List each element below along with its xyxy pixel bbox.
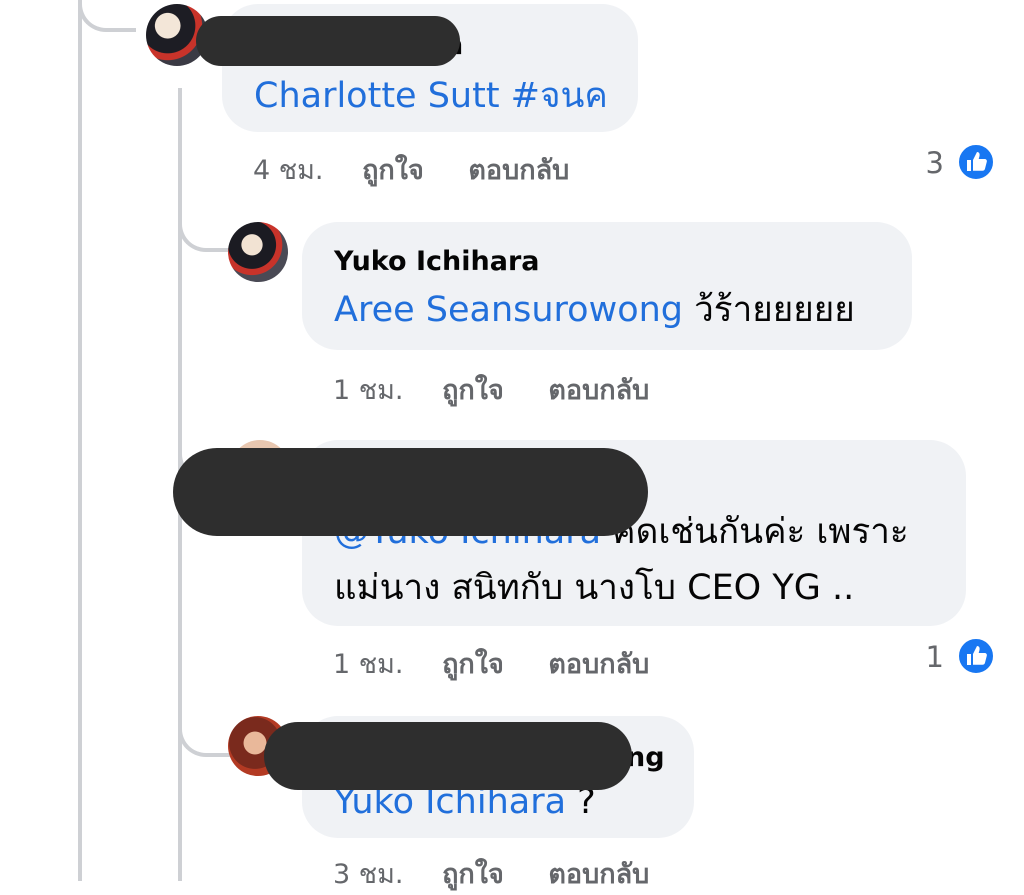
mention-link[interactable]: Aree Seansurowong [334, 290, 683, 330]
thread-connector-reply-3 [178, 705, 230, 757]
like-link[interactable]: ถูกใจ [442, 375, 504, 406]
comment-time[interactable]: 1 ชม. [333, 375, 403, 406]
comment-bubble: Yuko Ichihara Aree Seansurowong ว้ร้ายยย… [302, 222, 912, 350]
comment-time[interactable]: 3 ชม. [333, 859, 403, 890]
like-link[interactable]: ถูกใจ [362, 155, 424, 186]
comment-time[interactable]: 1 ชม. [333, 649, 403, 680]
comment-meta: 1 ชม. ถูกใจ ตอบกลับ [333, 642, 649, 685]
thread-line-outer [78, 0, 82, 881]
comment-author[interactable]: Yuko Ichihara [334, 246, 540, 277]
comment-text-line-2: แม่นาง สนิทกับ นางโบ CEO YG .. [334, 568, 855, 608]
reply-link[interactable]: ตอบกลับ [548, 375, 649, 406]
like-link[interactable]: ถูกใจ [442, 859, 504, 890]
mention-link[interactable]: Charlotte Sutt #จนค [254, 70, 608, 122]
avatar[interactable] [228, 222, 288, 282]
reaction-count[interactable]: 3 [900, 146, 944, 180]
comment-time[interactable]: 4 ชม. [253, 155, 323, 186]
like-link[interactable]: ถูกใจ [442, 649, 504, 680]
reply-link[interactable]: ตอบกลับ [548, 859, 649, 890]
comment-text: Aree Seansurowong ว้ร้ายยยยย [334, 284, 855, 336]
like-thumb-icon[interactable] [956, 636, 996, 676]
comment-body: ว้ร้ายยยยย [683, 290, 855, 330]
comment-body: คิดเช่นกันค่ะ เพราะ [601, 512, 909, 552]
comment-meta: 4 ชม. ถูกใจ ตอบกลับ [253, 148, 569, 191]
thread-connector-reply-1 [178, 200, 230, 252]
redacted-author-name [173, 448, 648, 536]
comment-meta: 3 ชม. ถูกใจ ตอบกลับ [333, 852, 649, 895]
redacted-author-name [264, 722, 632, 790]
redacted-author-name [196, 16, 460, 66]
reaction-count[interactable]: 1 [900, 640, 944, 674]
reply-link[interactable]: ตอบกลับ [468, 155, 569, 186]
reply-link[interactable]: ตอบกลับ [548, 649, 649, 680]
thread-connector-top [78, 0, 136, 32]
comment-meta: 1 ชม. ถูกใจ ตอบกลับ [333, 368, 649, 411]
like-thumb-icon[interactable] [956, 142, 996, 182]
